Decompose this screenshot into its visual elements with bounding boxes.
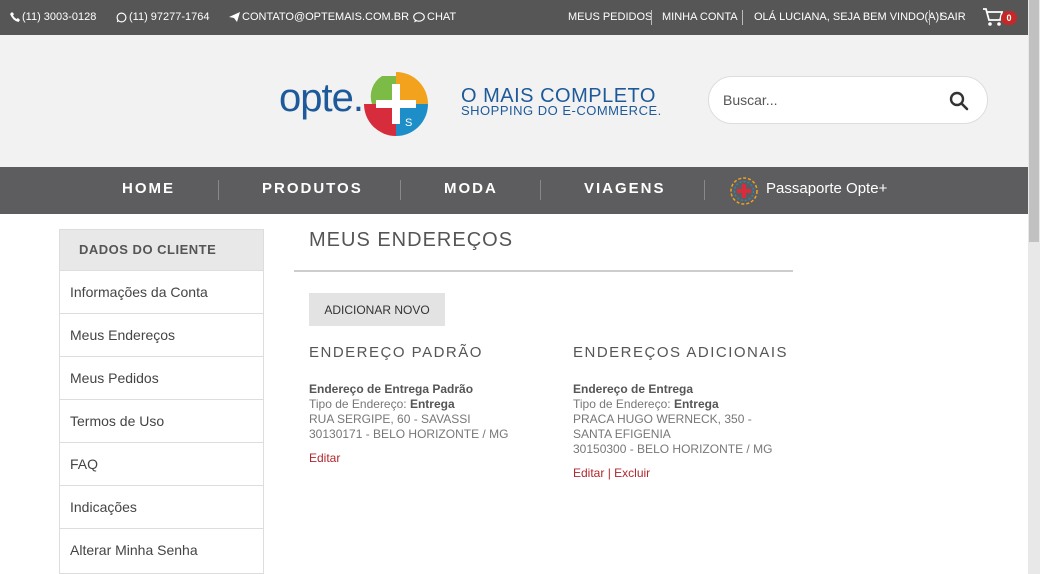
address-heading: Endereço de Entrega (573, 382, 694, 396)
logo-emblem-icon: S (364, 72, 428, 136)
account-sidebar: DADOS DO CLIENTE Informações da Conta Me… (59, 229, 264, 574)
nav-products[interactable]: PRODUTOS (262, 167, 363, 214)
nav-home[interactable]: HOME (122, 167, 175, 214)
link-separator: | (607, 466, 611, 480)
address-line: 30150300 - BELO HORIZONTE / MG (573, 442, 773, 456)
phone-number: (11) 3003-0128 (22, 11, 97, 23)
send-icon (229, 12, 240, 23)
divider (929, 10, 930, 25)
my-account-link[interactable]: MINHA CONTA (662, 0, 738, 35)
email-address: CONTATO@OPTEMAIS.COM.BR (242, 11, 410, 23)
whatsapp-number: (11) 97277-1764 (129, 11, 210, 23)
edit-link[interactable]: Editar (573, 466, 604, 480)
cart-button[interactable]: 0 (982, 7, 1018, 29)
address-line: PRACA HUGO WERNECK, 350 - (573, 412, 752, 426)
additional-addresses-heading: ENDEREÇOS ADICIONAIS (573, 344, 789, 361)
scrollbar-thumb[interactable] (1029, 0, 1039, 242)
tagline-line2: SHOPPING DO E-COMMERCE. (461, 103, 662, 118)
logout-link[interactable]: SAIR (940, 0, 966, 35)
divider (651, 10, 652, 25)
edit-link[interactable]: Editar (309, 451, 340, 465)
search-input[interactable] (723, 77, 943, 123)
nav-passaporte[interactable]: Passaporte Opte+ (728, 175, 887, 205)
sidebar-item-referrals[interactable]: Indicações (60, 485, 263, 528)
address-type-value: Entrega (409, 397, 455, 411)
delete-link[interactable]: Excluir (614, 466, 650, 480)
additional-address-card: Endereço de Entrega Tipo de Endereço: En… (573, 382, 772, 481)
passaporte-label: Passaporte Opte+ (766, 180, 888, 197)
svg-text:S: S (405, 117, 412, 129)
address-line: SANTA EFIGENIA (573, 427, 671, 441)
divider (540, 180, 541, 200)
nav-fashion[interactable]: MODA (444, 167, 498, 214)
whatsapp-icon (116, 12, 127, 23)
page-title: MEUS ENDEREÇOS (309, 229, 514, 251)
search-box (708, 76, 988, 124)
phone-link[interactable]: (11) 3003-0128 (10, 0, 96, 35)
divider (218, 180, 219, 200)
sidebar-item-change-password[interactable]: Alterar Minha Senha (60, 528, 263, 571)
my-orders-link[interactable]: MEUS PEDIDOS (568, 0, 652, 35)
sidebar-item-faq[interactable]: FAQ (60, 442, 263, 485)
address-line: 30130171 - BELO HORIZONTE / MG (309, 427, 509, 441)
nav-travel[interactable]: VIAGENS (584, 167, 666, 214)
whatsapp-link[interactable]: (11) 97277-1764 (116, 0, 210, 35)
add-address-button[interactable]: ADICIONAR NOVO (309, 293, 445, 326)
main-nav: HOME PRODUTOS MODA VIAGENS Passaporte Op… (0, 167, 1028, 214)
top-bar: (11) 3003-0128 (11) 97277-1764 CONTATO@O… (0, 0, 1028, 35)
divider (742, 10, 743, 25)
sidebar-item-terms[interactable]: Termos de Uso (60, 399, 263, 442)
address-heading: Endereço de Entrega Padrão (309, 382, 474, 396)
sidebar-title: DADOS DO CLIENTE (60, 230, 263, 270)
sidebar-item-addresses[interactable]: Meus Endereços (60, 313, 263, 356)
passaporte-icon (730, 177, 758, 205)
address-type-label: Tipo de Endereço: (309, 397, 407, 411)
chat-link[interactable]: CHAT (413, 0, 456, 35)
phone-icon (10, 12, 20, 23)
cart-count-badge: 0 (1001, 11, 1017, 25)
default-address-card: Endereço de Entrega Padrão Tipo de Ender… (309, 382, 508, 466)
address-line: RUA SERGIPE, 60 - SAVASSI (309, 412, 471, 426)
search-icon[interactable] (949, 91, 969, 111)
address-type-value: Entrega (673, 397, 719, 411)
divider (704, 180, 705, 200)
logo-wordmark: opte. (279, 76, 364, 120)
default-address-heading: ENDEREÇO PADRÃO (309, 344, 483, 361)
chat-icon (413, 11, 425, 23)
divider (400, 180, 401, 200)
greeting-text: OLÁ LUCIANA, SEJA BEM VINDO(A)! (754, 11, 943, 23)
chat-label: CHAT (427, 11, 457, 23)
address-type-label: Tipo de Endereço: (573, 397, 671, 411)
email-link[interactable]: CONTATO@OPTEMAIS.COM.BR (229, 0, 409, 35)
divider (294, 270, 793, 272)
sidebar-item-account-info[interactable]: Informações da Conta (60, 270, 263, 313)
sidebar-item-orders[interactable]: Meus Pedidos (60, 356, 263, 399)
